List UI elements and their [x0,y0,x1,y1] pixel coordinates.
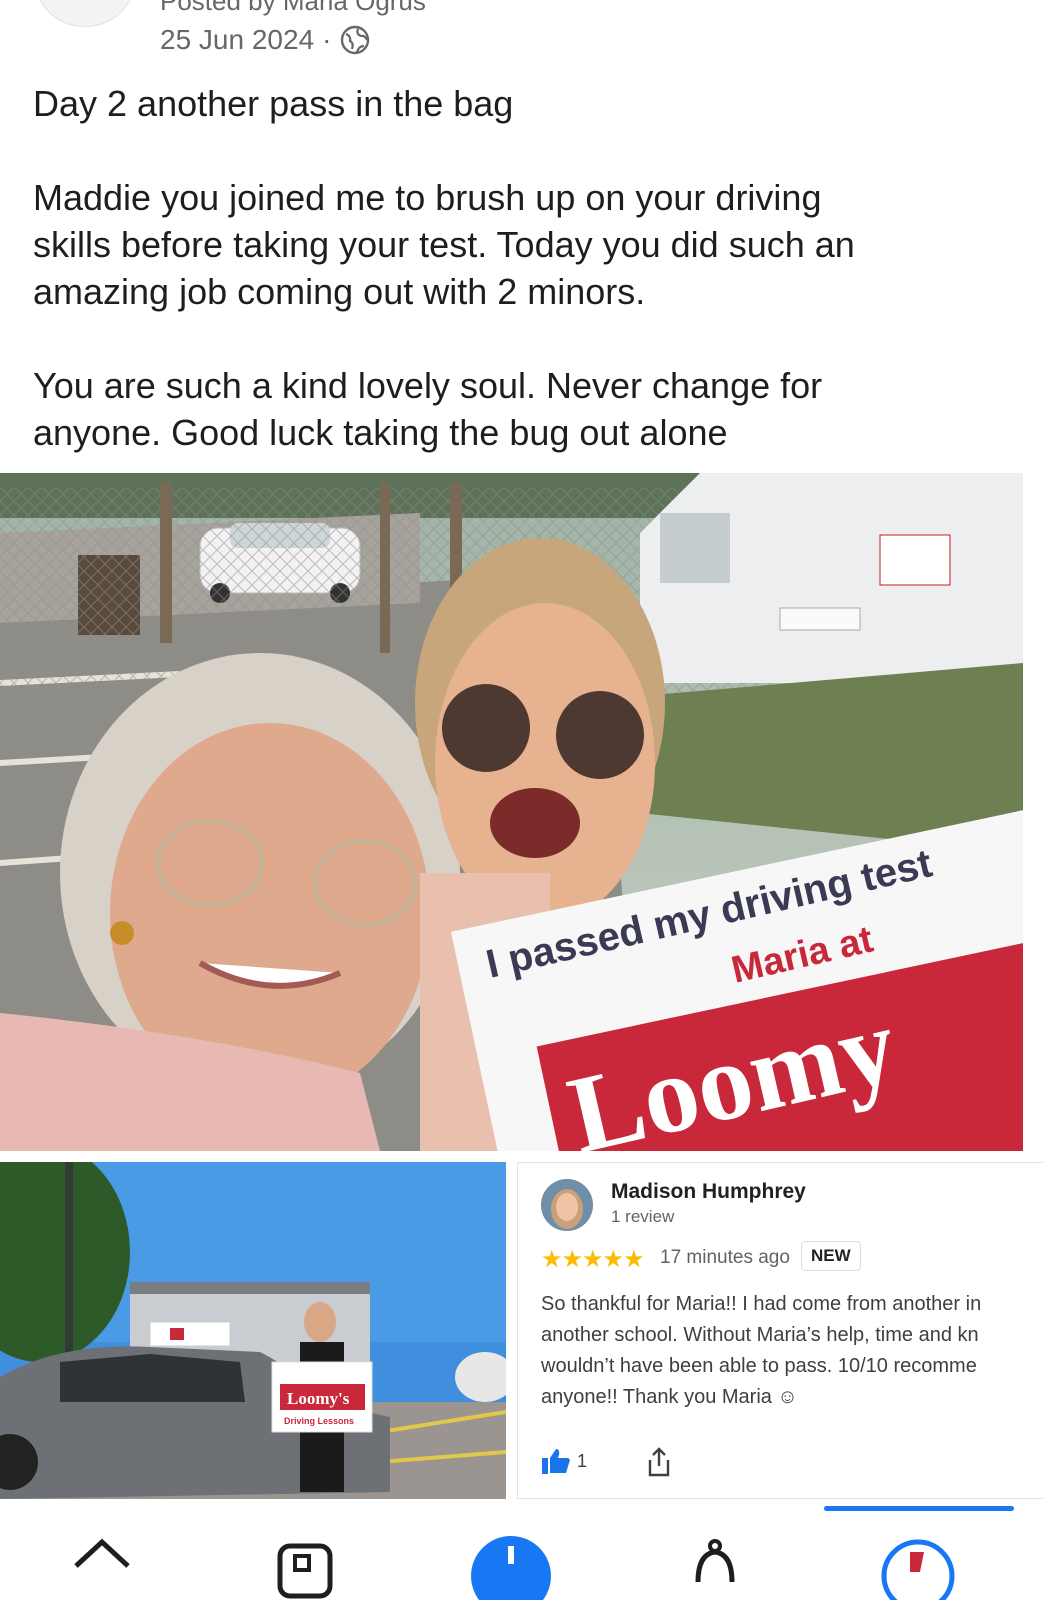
review-text: So thankful for Maria!! I had come from … [541,1289,1043,1413]
new-badge: NEW [801,1241,861,1271]
create-icon[interactable] [470,1532,552,1600]
posted-by[interactable]: Posted by Maria Ogrus [160,0,426,17]
reviewer-avatar[interactable] [541,1179,593,1231]
share-icon [648,1447,670,1477]
video-icon[interactable] [275,1532,335,1600]
like-button[interactable]: 1 [541,1447,587,1475]
like-count: 1 [577,1450,588,1471]
share-button[interactable] [646,1447,672,1482]
review-line: wouldn’t have been able to pass. 10/10 r… [541,1355,977,1377]
post-date[interactable]: 25 Jun 2024 [160,24,314,56]
post-paragraph: You are such a kind lovely soul. Never c… [33,362,1023,456]
reviewer-review-count: 1 review [611,1207,675,1226]
active-tab-indicator [824,1506,1014,1511]
post-line: Maddie you joined me to brush up on your… [33,177,822,218]
notifications-icon[interactable] [690,1532,740,1600]
small-sign-brand: Loomy's [287,1389,350,1408]
post-body: Day 2 another pass in the bag Maddie you… [33,80,1023,456]
globe-icon [341,25,370,55]
review-card[interactable]: Madison Humphrey 1 review ★★★★★ 17 minut… [517,1162,1043,1499]
meta-separator: · [322,24,332,55]
post-line: anyone. Good luck taking the bug out alo… [33,412,728,453]
review-line: another school. Without Maria’s help, ti… [541,1324,979,1346]
home-icon[interactable] [70,1532,134,1600]
review-line: So thankful for Maria!! I had come from … [541,1293,982,1315]
post-paragraph: Day 2 another pass in the bag [33,83,514,124]
post-meta: 25 Jun 2024 · [160,24,371,56]
post-line: You are such a kind lovely soul. Never c… [33,365,823,406]
post-paragraph: Maddie you joined me to brush up on your… [33,174,1023,315]
post-photo-main[interactable]: I passed my driving test Maria at Loomy [0,473,1023,1151]
star-rating: ★★★★★ [541,1246,645,1273]
post-photo-car[interactable]: Loomy's Driving Lessons [0,1162,506,1499]
selfie-photo: I passed my driving test Maria at Loomy [0,473,1023,1151]
post-line: skills before taking your test. Today yo… [33,224,855,265]
small-sign-sub: Driving Lessons [284,1416,354,1426]
review-time: 17 minutes ago [660,1247,790,1268]
review-line: anyone!! Thank you Maria ☺ [541,1386,798,1408]
car-photo: Loomy's Driving Lessons [0,1162,506,1499]
thumbs-up-icon [542,1449,570,1474]
page-avatar[interactable] [34,0,136,27]
profile-icon[interactable] [880,1532,956,1600]
post-line: amazing job coming out with 2 minors. [33,271,646,312]
reviewer-name[interactable]: Madison Humphrey [611,1180,806,1204]
